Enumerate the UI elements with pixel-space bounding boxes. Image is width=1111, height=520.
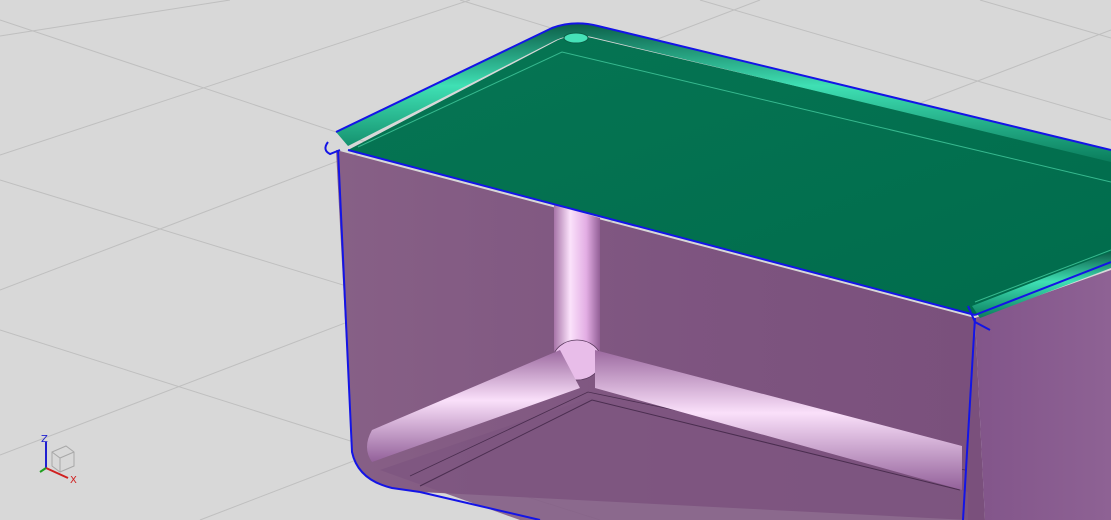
scene-canvas[interactable]: Z X: [0, 0, 1111, 520]
triad-cube-icon: [51, 445, 75, 473]
z-axis-label: Z: [41, 434, 48, 445]
container-model[interactable]: [324, 22, 1111, 520]
y-axis-line: [39, 467, 47, 473]
3d-viewport[interactable]: Z X: [0, 0, 1111, 520]
axis-triad: Z X: [39, 434, 77, 486]
x-axis-label: X: [70, 475, 77, 486]
